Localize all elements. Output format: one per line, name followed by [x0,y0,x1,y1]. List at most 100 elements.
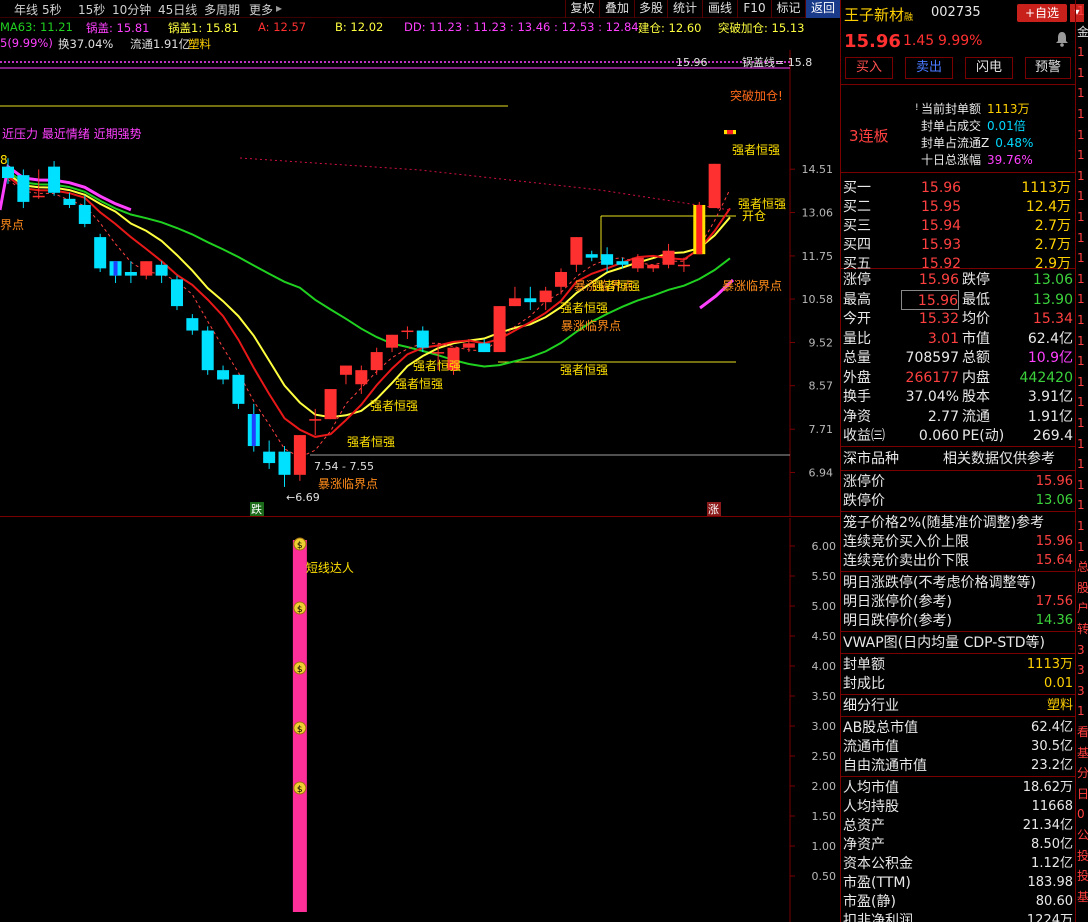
toolbar-item-3[interactable]: 10分钟 [112,1,151,18]
strip-item[interactable]: 1 [1077,292,1085,306]
strip-item[interactable]: 3 [1077,663,1085,677]
add-watchlist-button[interactable]: +自选 [1017,4,1067,22]
toolbar-button-3[interactable]: 统计 [667,0,702,18]
data-key: 市盈(静) [843,894,896,910]
strip-item[interactable]: 1 [1077,210,1085,224]
strip-item[interactable]: 股 [1077,581,1088,595]
toolbar-item-4[interactable]: 45日线 [158,1,197,18]
trade-button-1[interactable]: 卖出 [905,57,953,79]
strip-item[interactable]: 投 [1077,869,1088,883]
toolbar-button-5[interactable]: F10 [737,0,771,18]
stat-key-right: 股本 [962,389,990,405]
strip-item[interactable]: 基 [1077,890,1088,904]
strip-item[interactable]: 1 [1077,519,1085,533]
candle-body [524,298,537,303]
strip-item[interactable]: 1 [1077,272,1085,286]
lianban-label: 3连板 [849,127,889,145]
strip-item[interactable]: 1 [1077,416,1085,430]
lianban-row: 十日总涨幅 39.76% [921,152,1033,169]
bell-icon[interactable] [1055,31,1069,47]
strip-item[interactable]: 1 [1077,86,1085,100]
strip-item[interactable]: 1 [1077,375,1085,389]
indicator-chart[interactable]: 6.00 5.50 5.00 4.50 4.00 3.50 3.00 2.50 2.00 1.50… [0,518,840,922]
toolbar-button-0[interactable]: 复权 [565,0,599,18]
toolbar-button-6[interactable]: 标记 [771,0,805,18]
strip-item[interactable]: 户 [1077,601,1088,615]
toolbar-item-2[interactable]: 15秒 [78,1,105,18]
indicator-axis-label: 0.50 [812,870,837,883]
strip-item[interactable]: 1 [1077,437,1085,451]
strip-item[interactable]: 1 [1077,498,1085,512]
toolbar-button-4[interactable]: 画线 [702,0,737,18]
toolbar-item-0[interactable]: 年线 [14,1,38,18]
toolbar-item-1[interactable]: 5秒 [42,1,62,18]
strip-item[interactable]: 1 [1077,4,1085,18]
strip-item[interactable]: 金 [1077,25,1088,39]
candle [94,233,107,272]
candle-body [48,166,61,193]
toolbar-button-7[interactable]: 返回 [805,0,840,18]
candle-body [293,435,306,475]
strip-item[interactable]: 1 [1077,148,1085,162]
trade-button-2[interactable]: 闪电 [965,57,1013,79]
strip-item[interactable]: 1 [1077,704,1085,718]
strip-item[interactable]: 1 [1077,128,1085,142]
candle-body [217,370,230,380]
data-key: 总资产 [843,818,885,834]
stat-value-left: 708597 [905,350,959,366]
strip-item[interactable]: 1 [1077,540,1085,554]
chart-annotation: 开仓 [742,209,766,223]
strip-item[interactable]: 1 [1077,189,1085,203]
divider [841,571,1076,572]
strip-item[interactable]: 1 [1077,354,1085,368]
trade-button-3[interactable]: 预警 [1025,57,1071,79]
indicator-axis-label: 4.50 [812,630,837,643]
strip-item[interactable]: 1 [1077,334,1085,348]
trade-button-0[interactable]: 买入 [845,57,893,79]
more-arrow-icon[interactable]: ▸ [276,1,282,15]
candle [370,347,383,375]
toolbar-item-5[interactable]: 多周期 [204,1,240,18]
data-key: 净资产 [843,837,885,853]
indicator-axis-label: 2.00 [812,780,837,793]
bid-volume: 2.7万 [1034,218,1071,234]
candle-body [324,389,337,420]
candle-body [432,352,445,354]
strip-item[interactable]: 1 [1077,107,1085,121]
fall-badge: 跌 [250,502,264,516]
strip-item[interactable]: 总 [1077,560,1088,574]
rise-badge-text: 涨 [708,503,719,516]
strip-item[interactable]: 1 [1077,395,1085,409]
strip-item[interactable]: 1 [1077,45,1085,59]
data-value: 183.98 [1027,875,1074,890]
strip-item[interactable]: 3 [1077,684,1085,698]
strip-item[interactable]: 基 [1077,746,1088,760]
strip-item[interactable]: 看 [1077,725,1088,739]
strip-item[interactable]: 1 [1077,251,1085,265]
strip-item[interactable]: 3 [1077,643,1085,657]
strip-item[interactable]: 日 [1077,787,1088,801]
toolbar-button-1[interactable]: 叠加 [599,0,634,18]
strip-item[interactable]: 0 [1077,807,1085,821]
strip-item[interactable]: 1 [1077,231,1085,245]
candle-body [370,352,383,371]
candle-body [539,290,552,303]
strip-item[interactable]: 分 [1077,766,1088,780]
data-value: 62.4亿 [1031,720,1073,735]
toolbar-button-2[interactable]: 多股 [634,0,667,18]
toolbar-item-6[interactable]: 更多 [249,1,273,18]
candlestick-chart[interactable]: 14.51 13.06 11.75 10.58 9.52 8.57 7.71 6.94 15.9… [0,50,840,516]
strip-item[interactable]: 1 [1077,169,1085,183]
candle [386,334,399,353]
stat-value-right: 269.4 [1032,428,1073,444]
stat-key-right: 流通 [962,408,990,425]
stat-value-right: 1.91亿 [1027,408,1073,425]
strip-item[interactable]: 转 [1077,622,1088,636]
strip-item[interactable]: 1 [1077,457,1085,471]
strip-item[interactable]: 1 [1077,66,1085,80]
lianban-row: 封单占成交 0.01倍 [921,118,1026,135]
strip-item[interactable]: 投 [1077,849,1088,863]
strip-item[interactable]: 1 [1077,313,1085,327]
strip-item[interactable]: 公 [1077,828,1088,842]
strip-item[interactable]: 1 [1077,478,1085,492]
